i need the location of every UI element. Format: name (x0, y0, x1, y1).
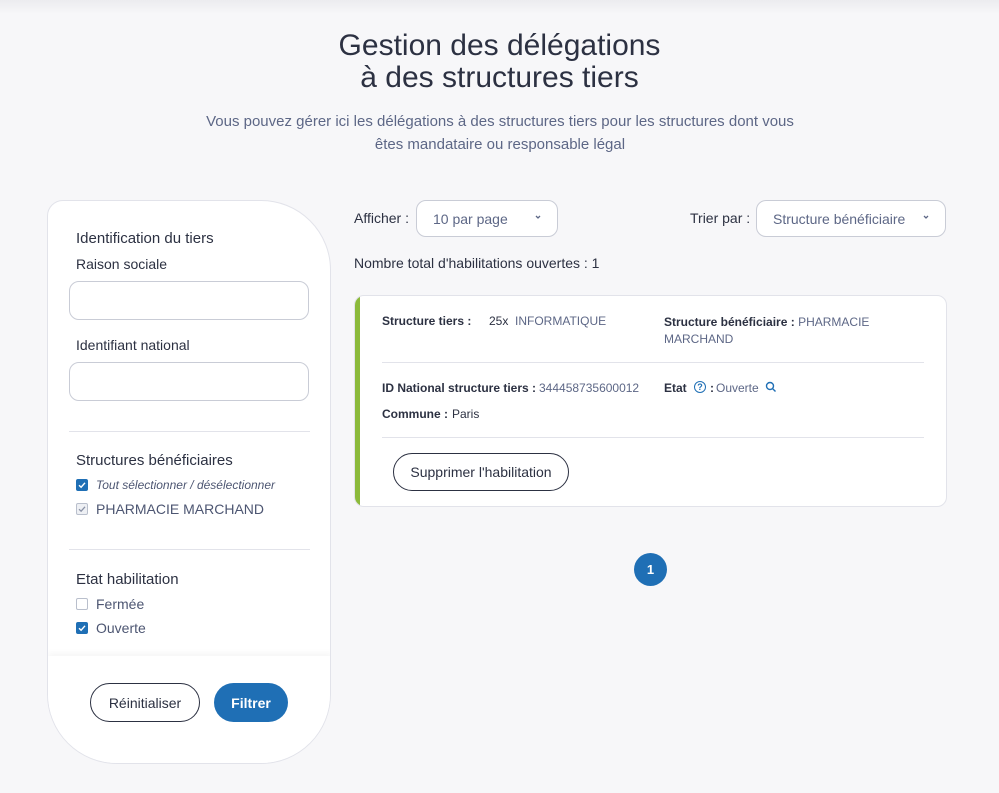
structure-option-label: PHARMACIE MARCHAND (96, 501, 265, 517)
select-all-label: Tout sélectionner / désélectionner (96, 478, 276, 492)
page-title-line-2: à des structures tiers (360, 61, 639, 94)
filter-panel: Identification du tiers Raison sociale I… (47, 200, 331, 764)
structure-tiers-key: Structure tiers : (382, 314, 472, 328)
page-subtitle-line-1: Vous pouvez gérer ici les délégations à … (206, 113, 794, 130)
habilitation-card: Structure tiers : 25x INFORMATIQUE Struc… (354, 295, 947, 507)
structure-beneficiaire: Structure bénéficiaire : PHARMACIE MARCH… (664, 314, 914, 348)
page-size-label: Afficher : (354, 210, 409, 226)
status-accent-bar (355, 296, 360, 506)
chevron-down-icon (535, 215, 541, 219)
structure-checkbox[interactable] (76, 503, 88, 515)
etat-option-ouverte[interactable]: Ouverte (76, 619, 146, 637)
commune-value: Paris (452, 407, 480, 421)
structure-beneficiaire-value-2: MARCHAND (664, 332, 734, 346)
structure-tiers-value: INFORMATIQUE (515, 314, 607, 328)
page-size-select[interactable]: 10 par page (416, 200, 558, 237)
commune-key: Commune : (382, 407, 448, 421)
structure-option[interactable]: PHARMACIE MARCHAND (76, 500, 264, 518)
divider (69, 549, 310, 550)
structure-tiers-prefix: 25x (489, 314, 509, 328)
id-national-key: ID National structure tiers : (382, 381, 537, 395)
top-shadow (0, 0, 999, 14)
id-national-value: 344458735600012 (539, 381, 640, 395)
page-subtitle-line-2: êtes mandataire ou responsable légal (374, 136, 626, 153)
sort-label: Trier par : (690, 210, 751, 226)
raison-sociale-label: Raison sociale (76, 256, 168, 272)
etat-section-title: Etat habilitation (76, 571, 179, 588)
raison-sociale-input[interactable] (69, 281, 309, 320)
chevron-down-icon (923, 215, 929, 219)
search-icon[interactable] (765, 381, 777, 393)
select-all-checkbox[interactable] (76, 479, 88, 491)
etat-option-label: Fermée (96, 596, 145, 612)
identification-section-title: Identification du tiers (76, 230, 214, 247)
etat-option-fermee[interactable]: Fermée (76, 595, 144, 613)
check-icon (78, 506, 86, 513)
etat-value: Ouverte (716, 381, 759, 395)
identifiant-national-label: Identifiant national (76, 337, 190, 353)
card-divider (382, 362, 924, 363)
structure-beneficiaire-value-1: PHARMACIE (798, 315, 870, 329)
identifiant-national-input[interactable] (69, 362, 309, 401)
select-all-row[interactable]: Tout sélectionner / désélectionner (76, 476, 275, 494)
structures-section-title: Structures bénéficiaires (76, 452, 233, 469)
total-count: Nombre total d'habilitations ouvertes : … (354, 255, 600, 271)
filter-button[interactable]: Filtrer (214, 683, 288, 722)
page-size-value: 10 par page (433, 210, 508, 227)
structure-beneficiaire-key: Structure bénéficiaire : (664, 315, 795, 329)
pagination-page-1[interactable]: 1 (634, 553, 667, 586)
etat-key: Etat (664, 381, 687, 395)
reset-button[interactable]: Réinitialiser (90, 683, 200, 722)
page-title-line-1: Gestion des délégations (338, 29, 661, 62)
check-icon (78, 482, 86, 489)
sort-select[interactable]: Structure bénéficiaire (756, 200, 946, 237)
divider (69, 431, 310, 432)
page-title: Gestion des délégations à des structures… (0, 30, 999, 94)
fermee-checkbox[interactable] (76, 598, 88, 610)
delete-habilitation-button[interactable]: Supprimer l'habilitation (393, 453, 569, 491)
filter-footer: Réinitialiser Filtrer (48, 656, 330, 763)
ouverte-checkbox[interactable] (76, 622, 88, 634)
check-icon (78, 625, 86, 632)
page-subtitle: Vous pouvez gérer ici les délégations à … (190, 110, 810, 156)
sort-value: Structure bénéficiaire (773, 210, 906, 227)
help-icon[interactable]: ? (694, 381, 706, 393)
etat-option-label: Ouverte (96, 620, 146, 636)
etat-separator: : (710, 381, 714, 395)
card-divider (382, 437, 924, 438)
